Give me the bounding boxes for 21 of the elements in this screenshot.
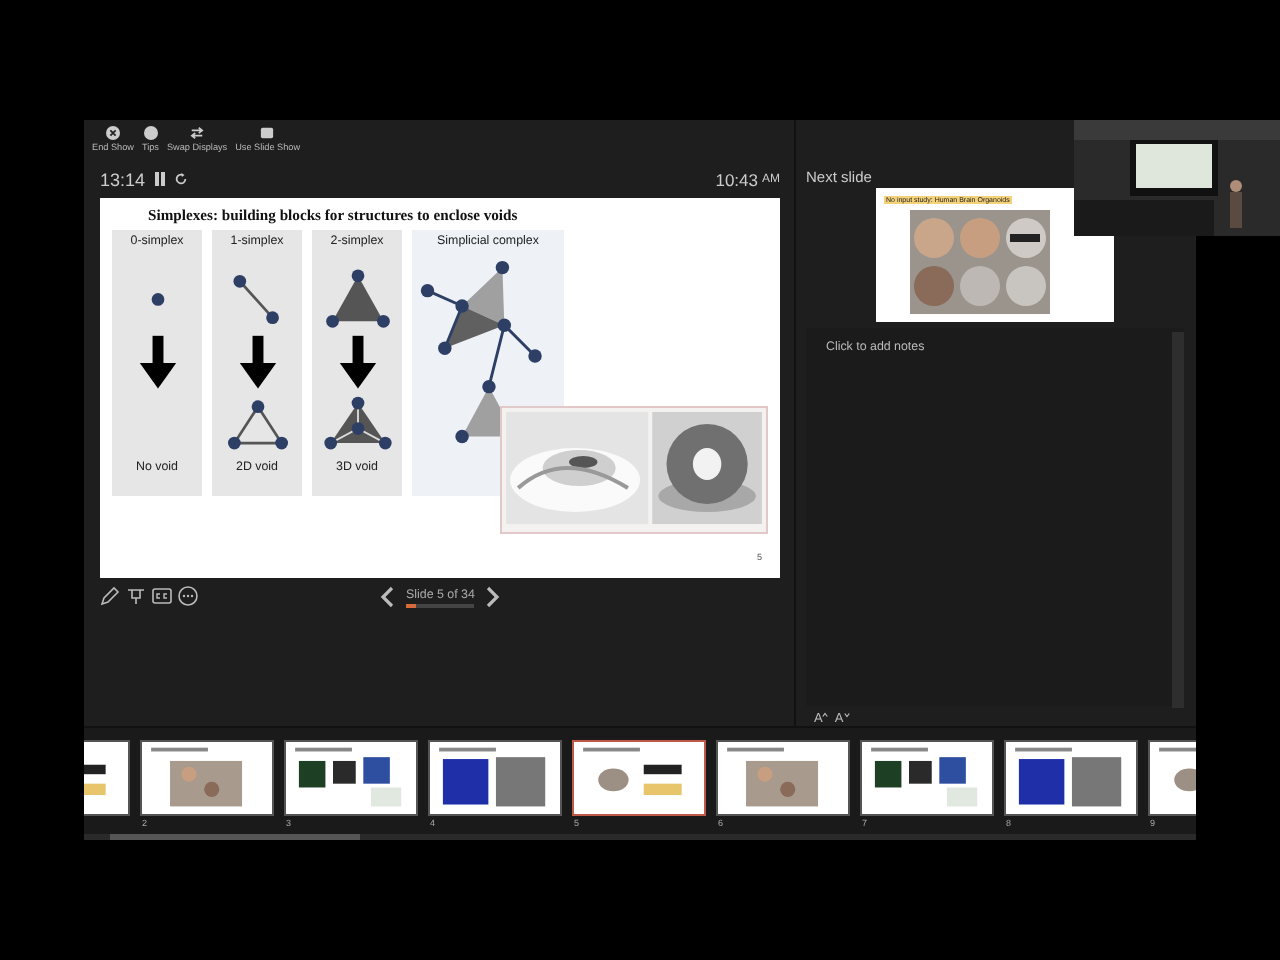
slide-thumbnail[interactable] [284,740,418,816]
slide-thumbnail[interactable] [572,740,706,816]
clock-time: 10:43 [715,169,758,189]
screen-icon [260,126,275,140]
elapsed-time: 13:14 [100,169,146,189]
slide-thumbnail[interactable] [1004,740,1138,816]
slide-thumbnail[interactable] [716,740,850,816]
slide-thumbnail[interactable] [140,740,274,816]
restart-icon[interactable] [173,172,188,186]
slide-thumbnail[interactable] [428,740,562,816]
pen-icon[interactable] [100,586,120,606]
caret-down-icon [843,712,850,718]
next-slide-icon[interactable] [486,586,501,608]
pause-icon[interactable] [153,172,166,186]
caret-up-icon [822,712,829,718]
slide-thumbnail[interactable] [860,740,994,816]
previous-slide-icon[interactable] [380,586,394,608]
swap-icon [190,126,205,140]
close-icon [105,126,120,140]
more-icon[interactable] [178,586,198,606]
subtitles-icon[interactable] [152,586,172,606]
